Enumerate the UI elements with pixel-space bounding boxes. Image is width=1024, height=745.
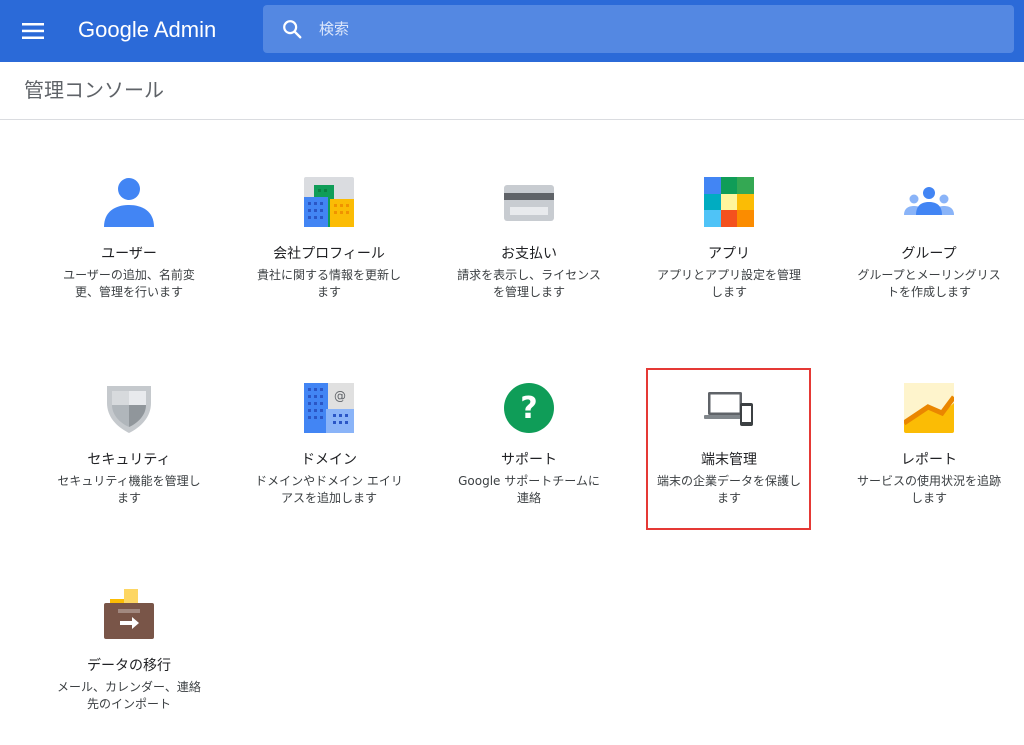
card-users[interactable]: ユーザー ユーザーの追加、名前変更、管理を行います (48, 166, 210, 326)
card-title: ドメイン (301, 452, 357, 468)
card-description: 請求を表示し、ライセンスを管理します (457, 268, 601, 299)
card-title: お支払い (501, 246, 557, 262)
top-app-bar: Google Admin (0, 0, 1024, 62)
data-migration-icon (104, 589, 154, 639)
card-description: Google サポートチームに連絡 (458, 474, 600, 505)
card-reports[interactable]: レポート サービスの使用状況を追跡します (848, 372, 1010, 532)
card-security[interactable]: セキュリティ セキュリティ機能を管理します (48, 372, 210, 532)
credit-card-icon (504, 177, 554, 227)
devices-icon (704, 383, 754, 433)
search-input[interactable] (319, 5, 999, 53)
search-icon[interactable] (281, 18, 303, 40)
card-domains[interactable]: @ ドメイン ドメインやドメイン エイリアスを追加します (248, 372, 410, 532)
svg-text:?: ? (520, 391, 537, 426)
card-device-management[interactable]: 端末管理 端末の企業データを保護します (648, 372, 810, 532)
search-box[interactable] (263, 5, 1014, 53)
card-title: サポート (501, 452, 557, 468)
card-title: 端末管理 (701, 452, 757, 468)
apps-grid-icon (704, 177, 754, 227)
google-admin-logo[interactable]: Google Admin (78, 14, 216, 46)
card-description: ドメインやドメイン エイリアスを追加します (255, 474, 403, 505)
card-groups[interactable]: グループ グループとメーリングリストを作成します (848, 166, 1010, 326)
card-title: レポート (901, 452, 957, 468)
page-header: 管理コンソール (0, 62, 1024, 120)
card-description: セキュリティ機能を管理します (57, 474, 201, 505)
card-title: アプリ (708, 246, 750, 262)
domain-building-icon: @ (304, 383, 354, 433)
card-description: アプリとアプリ設定を管理します (656, 268, 801, 299)
page-title: 管理コンソール (24, 78, 164, 102)
card-title: ユーザー (101, 246, 157, 262)
card-title: 会社プロフィール (273, 246, 385, 262)
card-title: グループ (901, 246, 957, 262)
card-data-migration[interactable]: データの移行 メール、カレンダー、連絡先のインポート (48, 578, 210, 738)
help-question-icon: ? (504, 383, 554, 433)
hamburger-menu-icon (22, 23, 44, 39)
card-title: データの移行 (87, 658, 171, 674)
card-description: メール、カレンダー、連絡先のインポート (57, 680, 201, 711)
card-title: セキュリティ (87, 452, 171, 468)
shield-icon (104, 383, 154, 433)
user-icon (104, 177, 154, 227)
report-chart-icon (904, 383, 954, 433)
svg-text:@: @ (334, 389, 346, 403)
card-billing[interactable]: お支払い 請求を表示し、ライセンスを管理します (448, 166, 610, 326)
card-support[interactable]: ? サポート Google サポートチームに連絡 (448, 372, 610, 532)
card-description: グループとメーリングリストを作成します (857, 268, 1001, 299)
card-description: サービスの使用状況を追跡します (856, 474, 1001, 505)
card-apps[interactable]: アプリ アプリとアプリ設定を管理します (648, 166, 810, 326)
card-company-profile[interactable]: 会社プロフィール 貴社に関する情報を更新します (248, 166, 410, 326)
card-description: 端末の企業データを保護します (656, 474, 801, 505)
main-menu-button[interactable] (14, 12, 52, 50)
company-building-icon (304, 177, 354, 227)
groups-icon (904, 177, 954, 227)
card-description: 貴社に関する情報を更新します (256, 268, 401, 299)
card-description: ユーザーの追加、名前変更、管理を行います (63, 268, 195, 299)
